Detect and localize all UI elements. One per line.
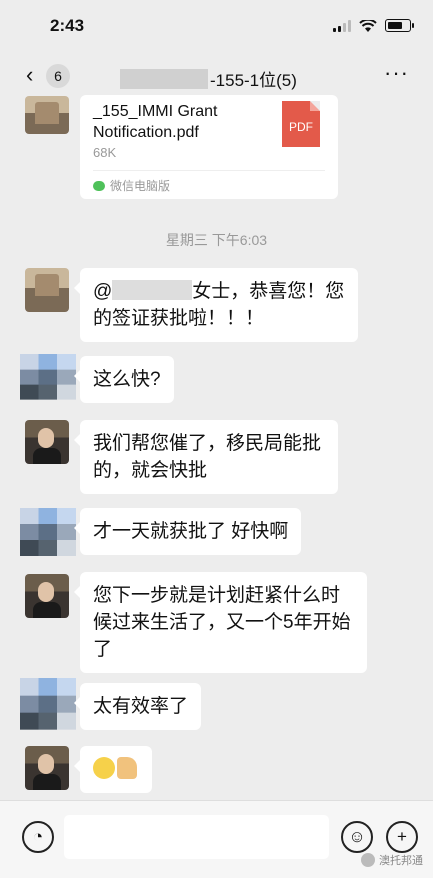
emoji-icon[interactable]: ☺ bbox=[341, 821, 373, 853]
watermark-text: 澳托邦通 bbox=[379, 855, 423, 867]
status-time: 2:43 bbox=[50, 16, 85, 35]
file-name: _155_IMMI Grant Notification.pdf bbox=[93, 103, 218, 141]
message-bubble[interactable]: @ 女士，恭喜您！您的签证获批啦！！！ bbox=[74, 268, 358, 342]
message-text: 我们帮您催了，移民局能批的，就会快批 bbox=[93, 433, 322, 481]
input-bar: ◔ ☺ + 澳托邦通 bbox=[0, 800, 433, 878]
mention-at: @ bbox=[93, 281, 113, 302]
message-bubble[interactable]: 才一天就获批了 好快啊 bbox=[73, 508, 302, 555]
thumbs-up-emoji-icon bbox=[117, 757, 137, 779]
message-bubble[interactable]: 太有效率了 bbox=[73, 683, 202, 730]
file-message-card[interactable]: _155_IMMI Grant Notification.pdf 68K PDF… bbox=[80, 95, 338, 199]
signal-icon bbox=[333, 19, 351, 32]
avatar[interactable] bbox=[25, 746, 69, 790]
unread-count-badge[interactable]: 6 bbox=[46, 64, 70, 88]
message-input[interactable] bbox=[64, 815, 329, 859]
avatar[interactable] bbox=[25, 420, 69, 464]
watermark: 澳托邦通 bbox=[361, 852, 423, 868]
avatar[interactable] bbox=[20, 354, 76, 400]
more-options-icon[interactable]: ··· bbox=[384, 60, 409, 86]
emoji-message-bubble[interactable] bbox=[74, 746, 152, 793]
timestamp: 星期三 下午6:03 bbox=[165, 232, 268, 248]
message-text: 太有效率了 bbox=[93, 696, 189, 717]
chat-title: -155-1位(5) bbox=[120, 66, 297, 91]
voice-input-icon[interactable]: ◔ bbox=[22, 821, 54, 853]
divider bbox=[93, 170, 325, 171]
pdf-icon: PDF bbox=[282, 101, 320, 147]
watermark-logo-icon bbox=[361, 853, 375, 867]
chat-header: ‹ 6 -155-1位(5) ··· bbox=[0, 50, 433, 100]
battery-icon bbox=[385, 19, 414, 32]
smile-emoji-icon bbox=[93, 757, 115, 779]
status-icons bbox=[333, 19, 414, 32]
file-source: 微信电脑版 bbox=[93, 177, 170, 194]
message-text: 才一天就获批了 好快啊 bbox=[93, 521, 289, 542]
avatar[interactable] bbox=[25, 96, 69, 134]
back-chevron-icon[interactable]: ‹ bbox=[26, 62, 33, 88]
wifi-icon bbox=[359, 19, 377, 32]
message-text: 您下一步就是计划赶紧什么时候过来生活了，又一个5年开始了 bbox=[93, 585, 351, 660]
file-size: 68K bbox=[93, 145, 117, 160]
blurred-name bbox=[120, 68, 208, 89]
wechat-icon bbox=[93, 180, 105, 191]
masked-name bbox=[112, 280, 193, 300]
message-bubble[interactable]: 这么快? bbox=[74, 356, 174, 403]
avatar[interactable] bbox=[25, 574, 69, 618]
file-source-label: 微信电脑版 bbox=[110, 179, 171, 193]
avatar[interactable] bbox=[20, 508, 76, 556]
avatar[interactable] bbox=[20, 678, 76, 730]
plus-icon[interactable]: + bbox=[386, 821, 418, 853]
message-bubble[interactable]: 您下一步就是计划赶紧什么时候过来生活了，又一个5年开始了 bbox=[74, 572, 367, 673]
avatar[interactable] bbox=[25, 268, 69, 312]
chat-title-text: -155-1位(5) bbox=[210, 71, 297, 90]
status-bar: 2:43 bbox=[0, 0, 433, 50]
message-text: 这么快? bbox=[93, 369, 161, 390]
message-bubble[interactable]: 我们帮您催了，移民局能批的，就会快批 bbox=[74, 420, 338, 494]
